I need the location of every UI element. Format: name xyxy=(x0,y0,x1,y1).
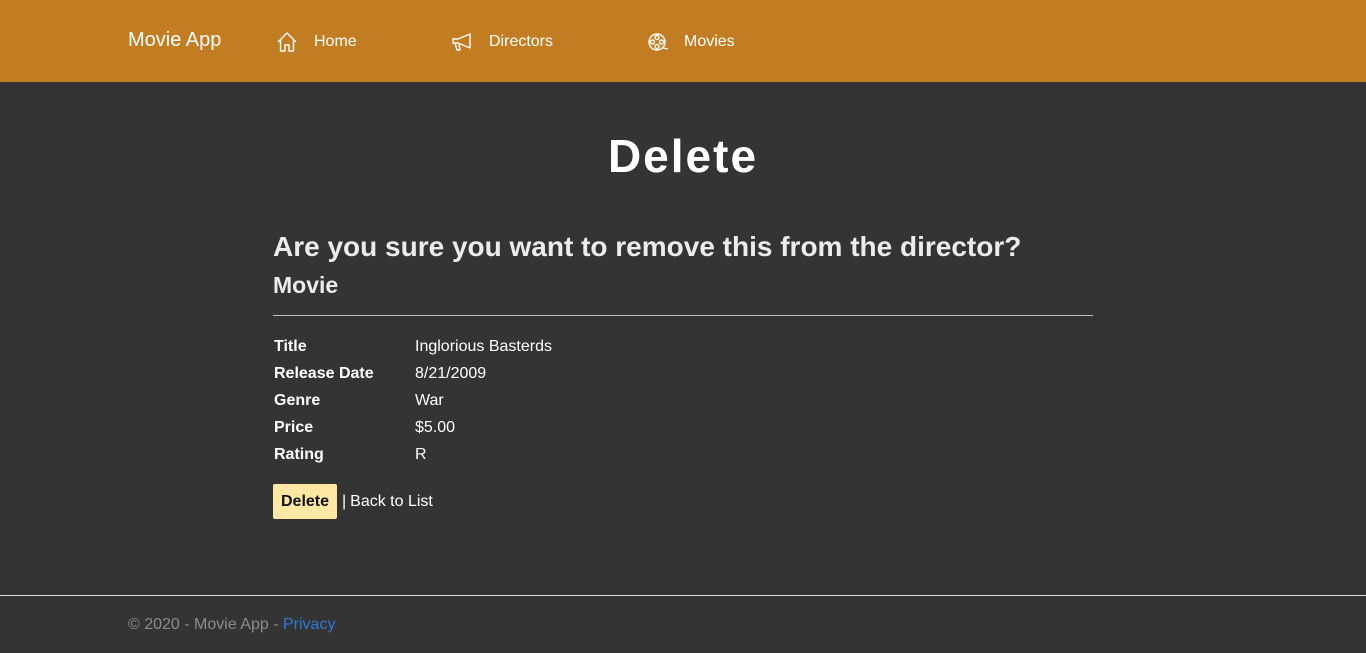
detail-label: Title xyxy=(274,337,307,355)
detail-value: War xyxy=(415,391,444,409)
nav-link-home[interactable]: Home xyxy=(276,30,357,54)
page-title: Delete xyxy=(607,130,759,182)
movie-details: Title Inglorious Basterds Release Date 8… xyxy=(274,333,552,468)
nav-link-label: Home xyxy=(314,33,357,50)
detail-row-title: Title Inglorious Basterds xyxy=(274,333,552,360)
separator: | xyxy=(342,492,347,510)
footer-copyright: © 2020 - Movie App - xyxy=(128,616,279,633)
detail-row-release-date: Release Date 8/21/2009 xyxy=(274,360,552,387)
footer-divider xyxy=(0,595,1366,596)
megaphone-icon xyxy=(451,31,473,53)
nav-link-movies[interactable]: Movies xyxy=(647,30,735,54)
confirmation-question: Are you sure you want to remove this fro… xyxy=(273,231,1022,262)
detail-row-price: Price $5.00 xyxy=(274,414,552,441)
detail-label: Release Date xyxy=(274,364,374,382)
detail-row-rating: Rating R xyxy=(274,441,552,468)
delete-button[interactable]: Delete xyxy=(273,484,337,519)
top-navbar: Movie App Home Directors Movies xyxy=(0,0,1366,82)
entity-heading: Movie xyxy=(273,272,339,298)
detail-value: $5.00 xyxy=(415,418,456,436)
film-reel-icon xyxy=(647,31,669,53)
nav-link-label: Directors xyxy=(489,33,554,50)
detail-label: Rating xyxy=(274,445,324,463)
privacy-link[interactable]: Privacy xyxy=(283,616,335,633)
detail-label: Genre xyxy=(274,391,321,409)
back-to-list-link[interactable]: Back to List xyxy=(350,493,433,511)
divider xyxy=(273,315,1093,316)
detail-value: 8/21/2009 xyxy=(415,364,487,382)
detail-value: R xyxy=(415,445,427,463)
footer: © 2020 - Movie App - Privacy xyxy=(128,616,335,634)
delete-form: Delete | Back to List xyxy=(273,484,433,519)
home-icon xyxy=(276,31,298,53)
nav-link-label: Movies xyxy=(684,33,735,50)
brand-link[interactable]: Movie App xyxy=(128,29,221,52)
detail-row-genre: Genre War xyxy=(274,387,552,414)
detail-label: Price xyxy=(274,418,314,436)
detail-value: Inglorious Basterds xyxy=(415,337,552,355)
nav-link-directors[interactable]: Directors xyxy=(451,30,553,54)
